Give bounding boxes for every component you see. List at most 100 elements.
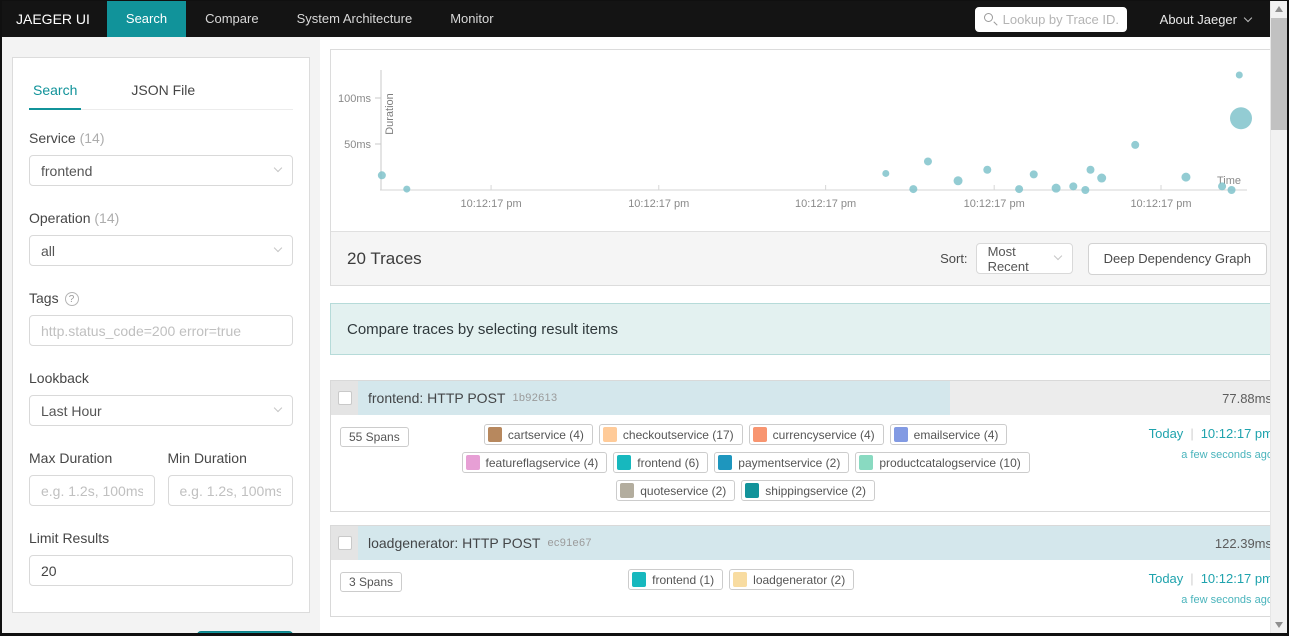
trace-result-card[interactable]: loadgenerator: HTTP POST ec91e67 122.39m… — [330, 525, 1284, 617]
scatter-point[interactable] — [1051, 183, 1061, 193]
trace-checkbox-cell — [331, 381, 358, 415]
timestamp-divider: | — [1190, 571, 1194, 586]
sidebar-tab-json-file[interactable]: JSON File — [127, 72, 199, 109]
lookback-label: Lookback — [29, 370, 89, 386]
scatter-point[interactable] — [983, 165, 992, 174]
scatter-point[interactable] — [909, 185, 918, 194]
sidebar-tab-search[interactable]: Search — [29, 72, 82, 110]
scatter-point[interactable] — [1029, 170, 1038, 179]
trace-lookup-box — [974, 6, 1127, 32]
compare-banner-text: Compare traces by selecting result items — [347, 320, 618, 338]
service-tag-label: frontend (6) — [637, 455, 700, 470]
max-duration-input[interactable] — [29, 475, 155, 506]
main-area: Search JSON File Service (14) frontend O… — [2, 37, 1287, 633]
scrollbar-thumb[interactable] — [1271, 18, 1287, 130]
find-traces-button[interactable]: Find Traces — [197, 631, 293, 633]
vertical-scrollbar[interactable] — [1270, 1, 1287, 633]
about-jaeger-label: About Jaeger — [1159, 11, 1237, 27]
nav-tab-search[interactable]: Search — [106, 1, 187, 37]
trace-service-tags: frontend (1) loadgenerator (2) — [449, 569, 1034, 590]
scatter-point[interactable] — [953, 176, 963, 186]
service-color-swatch — [859, 455, 874, 470]
service-count: (14) — [79, 130, 105, 146]
y-axis-tick-label: 50ms — [344, 139, 371, 151]
nav-tab-compare[interactable]: Compare — [186, 1, 277, 37]
min-duration-input[interactable] — [167, 475, 293, 506]
scatter-point[interactable] — [923, 157, 932, 166]
limit-results-label: Limit Results — [29, 530, 110, 546]
scatter-point[interactable] — [1230, 107, 1252, 130]
service-field-group: Service (14) frontend — [29, 130, 293, 186]
scroll-down-arrow-icon[interactable] — [1275, 622, 1283, 628]
operation-select[interactable]: all — [29, 235, 293, 266]
service-color-swatch — [632, 572, 647, 587]
service-label: Service — [29, 130, 76, 146]
min-duration-label: Min Duration — [167, 450, 247, 466]
trace-header-bar-area: frontend: HTTP POST 1b92613 77.88ms — [358, 381, 1283, 415]
tags-label: Tags — [29, 290, 59, 306]
y-axis-tick-label: 100ms — [338, 93, 372, 105]
trace-select-checkbox[interactable] — [337, 536, 352, 550]
service-tag-label: shippingservice (2) — [765, 483, 867, 498]
trace-result-card[interactable]: frontend: HTTP POST 1b92613 77.88ms 55 S… — [330, 380, 1284, 512]
scatter-point[interactable] — [1015, 185, 1024, 194]
service-tag-pill: frontend (1) — [628, 569, 724, 590]
scatter-point[interactable] — [1081, 186, 1090, 194]
scatter-point[interactable] — [1235, 71, 1243, 79]
search-results-area: 100ms 50ms Duration 10:12:17 pm 10:12:17 pm 1… — [320, 37, 1287, 633]
limit-field-group: Limit Results — [29, 530, 293, 586]
chevron-down-icon — [273, 243, 283, 253]
about-jaeger-menu[interactable]: About Jaeger — [1159, 11, 1253, 27]
scatter-point[interactable] — [377, 171, 386, 180]
nav-tab-system-architecture[interactable]: System Architecture — [278, 1, 432, 37]
trace-time-link[interactable]: 10:12:17 pm — [1201, 571, 1273, 586]
timestamp-divider: | — [1190, 426, 1194, 441]
limit-results-input[interactable] — [29, 555, 293, 586]
scatter-svg: 100ms 50ms Duration 10:12:17 pm 10:12:17 pm 1… — [338, 70, 1252, 210]
help-icon[interactable] — [64, 292, 79, 306]
lookback-select[interactable]: Last Hour — [29, 395, 293, 426]
trace-lookup-input[interactable] — [974, 6, 1127, 32]
trace-card-header: loadgenerator: HTTP POST ec91e67 122.39m… — [331, 526, 1283, 560]
trace-select-checkbox[interactable] — [337, 391, 352, 405]
scatter-point[interactable] — [1069, 182, 1078, 191]
service-color-swatch — [745, 483, 760, 498]
scatter-point[interactable] — [403, 185, 411, 193]
operation-label: Operation — [29, 210, 91, 226]
sort-select[interactable]: Most Recent — [975, 243, 1073, 274]
service-color-swatch — [465, 455, 480, 470]
deep-dependency-graph-button[interactable]: Deep Dependency Graph — [1087, 242, 1267, 275]
trace-time-link[interactable]: 10:12:17 pm — [1201, 426, 1273, 441]
trace-relative-time: a few seconds ago — [1181, 594, 1273, 606]
results-header: 20 Traces Sort: Most Recent Deep Depende… — [331, 231, 1283, 285]
trace-date-link[interactable]: Today — [1149, 571, 1184, 586]
search-form-panel: Search JSON File Service (14) frontend O… — [12, 57, 310, 633]
tags-input[interactable] — [29, 315, 293, 346]
service-tag-label: paymentservice (2) — [738, 455, 841, 470]
service-tag-label: loadgenerator (2) — [753, 572, 846, 587]
trace-card-body: 55 Spans cartservice (4) checkoutservice … — [331, 415, 1283, 511]
trace-card-body: 3 Spans frontend (1) loadgenerator (2) To… — [331, 560, 1283, 616]
service-tag-label: featureflagservice (4) — [485, 455, 599, 470]
results-panel: 100ms 50ms Duration 10:12:17 pm 10:12:17 pm 1… — [330, 49, 1284, 286]
scatter-point[interactable] — [882, 169, 890, 177]
scatter-point[interactable] — [1086, 165, 1095, 174]
service-color-swatch — [487, 427, 502, 442]
scatter-point[interactable] — [1218, 182, 1227, 191]
service-color-swatch — [620, 483, 635, 498]
scatter-point[interactable] — [1097, 173, 1107, 183]
y-axis-title: Duration — [384, 93, 396, 135]
scatter-point[interactable] — [1227, 186, 1236, 194]
service-select[interactable]: frontend — [29, 155, 293, 186]
lookback-select-value: Last Hour — [41, 402, 102, 419]
app-logo[interactable]: JAEGER UI — [2, 1, 107, 37]
service-color-swatch — [893, 427, 908, 442]
trace-date-link[interactable]: Today — [1149, 426, 1184, 441]
trace-service-tags: cartservice (4) checkoutservice (17) curre… — [453, 424, 1038, 501]
scroll-up-arrow-icon[interactable] — [1275, 6, 1283, 12]
scatter-point[interactable] — [1131, 140, 1140, 149]
scatter-point[interactable] — [1181, 172, 1191, 182]
duration-scatter-chart: 100ms 50ms Duration 10:12:17 pm 10:12:17 pm 1… — [331, 50, 1283, 231]
service-tag-label: quoteservice (2) — [640, 483, 727, 498]
nav-tab-monitor[interactable]: Monitor — [431, 1, 512, 37]
